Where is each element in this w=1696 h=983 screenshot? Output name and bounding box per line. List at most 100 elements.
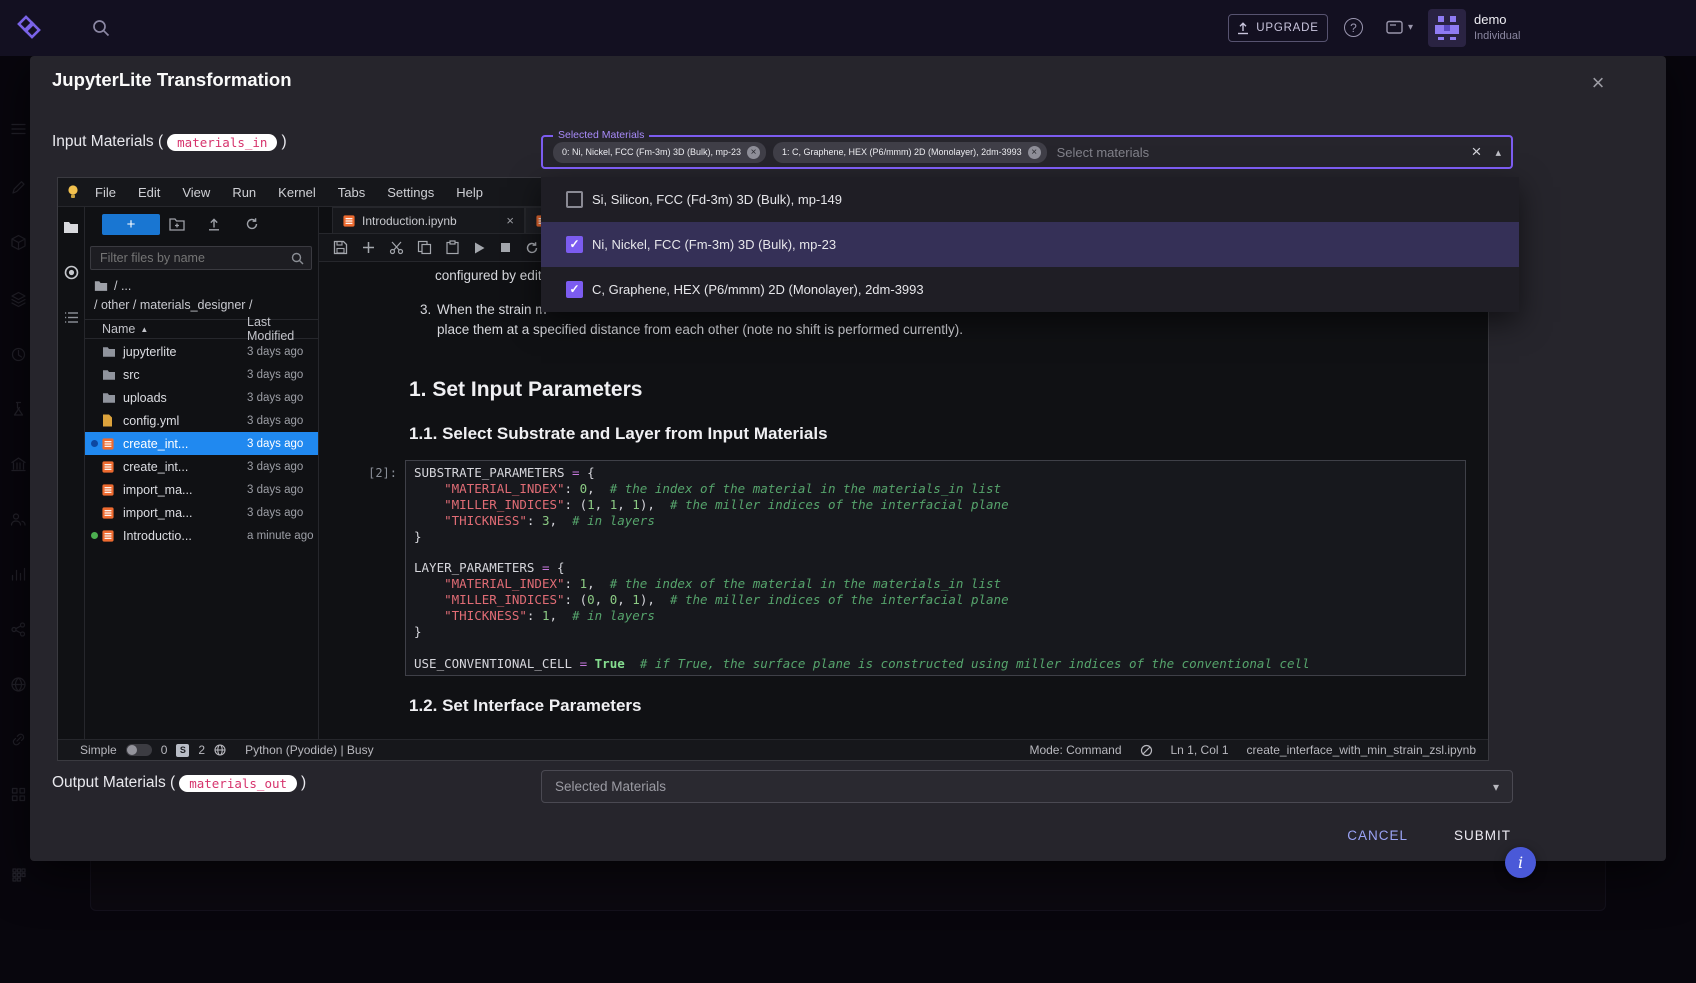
menu-help[interactable]: Help bbox=[445, 185, 494, 200]
restart-kernel-icon[interactable] bbox=[525, 241, 539, 255]
file-row[interactable]: create_int...3 days ago bbox=[85, 432, 318, 455]
file-row[interactable]: uploads3 days ago bbox=[85, 386, 318, 409]
cell-execution-prompt: [2]: bbox=[333, 466, 397, 480]
user-plan: Individual bbox=[1474, 30, 1520, 42]
close-dialog-icon[interactable]: × bbox=[1584, 70, 1612, 98]
filter-search-icon bbox=[291, 252, 304, 265]
breadcrumb-path[interactable]: / other / materials_designer / bbox=[94, 298, 252, 312]
menu-run[interactable]: Run bbox=[221, 185, 267, 200]
menu-settings[interactable]: Settings bbox=[376, 185, 445, 200]
upload-arrow-icon bbox=[1237, 22, 1249, 35]
material-option-0[interactable]: Si, Silicon, FCC (Fd-3m) 3D (Bulk), mp-1… bbox=[541, 177, 1519, 222]
simple-mode-toggle[interactable] bbox=[126, 744, 152, 756]
app-logo-icon[interactable] bbox=[16, 14, 43, 41]
menu-kernel[interactable]: Kernel bbox=[267, 185, 327, 200]
column-last-modified[interactable]: Last Modified bbox=[247, 315, 318, 343]
select-label: Selected Materials bbox=[553, 129, 649, 141]
cancel-button[interactable]: CANCEL bbox=[1345, 822, 1410, 849]
file-modified: a minute ago bbox=[247, 530, 314, 542]
paste-icon[interactable] bbox=[445, 240, 460, 255]
kernel-sessions-icon[interactable]: S bbox=[176, 744, 189, 757]
upload-icon[interactable] bbox=[207, 217, 221, 231]
add-cell-icon[interactable] bbox=[361, 240, 376, 255]
file-modified: 3 days ago bbox=[247, 438, 303, 450]
materials-in-pill: materials_in bbox=[167, 134, 277, 151]
table-of-contents-icon[interactable] bbox=[64, 311, 79, 324]
file-browser-icon[interactable] bbox=[63, 221, 79, 234]
activity-bar bbox=[58, 207, 85, 739]
mode-indicator[interactable]: Mode: Command bbox=[1029, 743, 1121, 757]
file-name: Introductio... bbox=[123, 529, 192, 543]
copy-icon[interactable] bbox=[417, 240, 432, 255]
checkbox-checked-icon[interactable]: ✓ bbox=[566, 236, 583, 253]
folder-icon bbox=[102, 392, 116, 404]
submit-button[interactable]: SUBMIT bbox=[1452, 822, 1513, 849]
file-name: config.yml bbox=[123, 414, 179, 428]
code-line: "THICKNESS": 1, # in layers bbox=[414, 608, 1457, 624]
code-line: } bbox=[414, 529, 1457, 545]
lightbulb-icon[interactable] bbox=[66, 184, 80, 200]
input-materials-select[interactable]: Selected Materials 0: Ni, Nickel, FCC (F… bbox=[541, 135, 1513, 169]
file-modified: 3 days ago bbox=[247, 484, 303, 496]
file-row[interactable]: config.yml3 days ago bbox=[85, 409, 318, 432]
markdown-text: When the strain m bbox=[437, 302, 547, 317]
close-tab-icon[interactable]: × bbox=[506, 213, 514, 228]
file-row[interactable]: src3 days ago bbox=[85, 363, 318, 386]
menu-tabs[interactable]: Tabs bbox=[327, 185, 376, 200]
kernel-status[interactable]: Python (Pyodide) | Busy bbox=[245, 743, 374, 757]
notebook-content: configured by edit 3. When the strain m … bbox=[319, 262, 1488, 739]
file-row[interactable]: import_ma...3 days ago bbox=[85, 501, 318, 524]
avatar[interactable] bbox=[1428, 9, 1466, 47]
code-cell[interactable]: SUBSTRATE_PARAMETERS = { "MATERIAL_INDEX… bbox=[405, 460, 1466, 676]
checkbox-checked-icon[interactable]: ✓ bbox=[566, 281, 583, 298]
new-launcher-button[interactable]: + bbox=[102, 214, 160, 235]
material-option-1[interactable]: ✓Ni, Nickel, FCC (Fm-3m) 3D (Bulk), mp-2… bbox=[541, 222, 1519, 267]
menu-view[interactable]: View bbox=[171, 185, 221, 200]
checkbox-unchecked-icon[interactable] bbox=[566, 191, 583, 208]
run-icon[interactable] bbox=[473, 241, 486, 255]
info-fab-button[interactable]: i bbox=[1505, 847, 1536, 878]
code-line bbox=[414, 640, 1457, 656]
remove-chip-icon[interactable]: × bbox=[1028, 146, 1041, 159]
file-row[interactable]: jupyterlite3 days ago bbox=[85, 340, 318, 363]
materials-dropdown: Si, Silicon, FCC (Fd-3m) 3D (Bulk), mp-1… bbox=[541, 177, 1519, 312]
markdown-text: place them at a specified distance from … bbox=[437, 322, 963, 337]
cursor-position[interactable]: Ln 1, Col 1 bbox=[1171, 743, 1229, 757]
notifications-icon[interactable] bbox=[1140, 744, 1153, 757]
workspace-switcher-icon[interactable]: ▾ bbox=[1386, 20, 1413, 35]
dropdown-open-icon[interactable]: ▴ bbox=[1495, 146, 1501, 159]
file-name: import_ma... bbox=[123, 483, 192, 497]
file-row[interactable]: create_int...3 days ago bbox=[85, 455, 318, 478]
help-icon[interactable]: ? bbox=[1344, 18, 1363, 37]
file-list-header: Name▲ Last Modified bbox=[85, 319, 318, 339]
new-folder-icon[interactable] bbox=[169, 217, 185, 231]
code-line: } bbox=[414, 624, 1457, 640]
material-option-2[interactable]: ✓C, Graphene, HEX (P6/mmm) 2D (Monolayer… bbox=[541, 267, 1519, 312]
user-name: demo bbox=[1474, 12, 1507, 27]
running-sessions-icon[interactable] bbox=[64, 265, 79, 280]
cut-icon[interactable] bbox=[389, 240, 404, 255]
search-icon[interactable] bbox=[92, 19, 110, 37]
selected-material-chip[interactable]: 1: C, Graphene, HEX (P6/mmm) 2D (Monolay… bbox=[773, 142, 1047, 163]
file-filter-input[interactable] bbox=[98, 250, 291, 266]
menu-file[interactable]: File bbox=[84, 185, 127, 200]
folder-icon bbox=[102, 346, 116, 358]
file-row[interactable]: import_ma... 3 days ago bbox=[85, 478, 318, 501]
select-placeholder[interactable]: Select materials bbox=[1057, 145, 1472, 160]
upgrade-button[interactable]: UPGRADE bbox=[1228, 14, 1328, 42]
clear-selection-icon[interactable]: × bbox=[1472, 142, 1482, 162]
selected-material-chip[interactable]: 0: Ni, Nickel, FCC (Fm-3m) 3D (Bulk), mp… bbox=[553, 142, 766, 163]
refresh-icon[interactable] bbox=[245, 217, 259, 231]
menu-edit[interactable]: Edit bbox=[127, 185, 171, 200]
tab-introduction-notebook[interactable]: Introduction.ipynb × bbox=[332, 207, 525, 233]
column-name[interactable]: Name▲ bbox=[85, 322, 148, 336]
output-materials-select[interactable]: Selected Materials ▾ bbox=[541, 770, 1513, 803]
materials-out-pill: materials_out bbox=[179, 775, 297, 792]
stop-icon[interactable] bbox=[499, 241, 512, 254]
breadcrumb-root[interactable]: / ... bbox=[94, 279, 131, 293]
remove-chip-icon[interactable]: × bbox=[747, 146, 760, 159]
file-modified: 3 days ago bbox=[247, 369, 303, 381]
file-row[interactable]: Introductio... a minute ago bbox=[85, 524, 318, 547]
save-icon[interactable] bbox=[333, 240, 348, 255]
notebook-icon bbox=[102, 507, 114, 519]
